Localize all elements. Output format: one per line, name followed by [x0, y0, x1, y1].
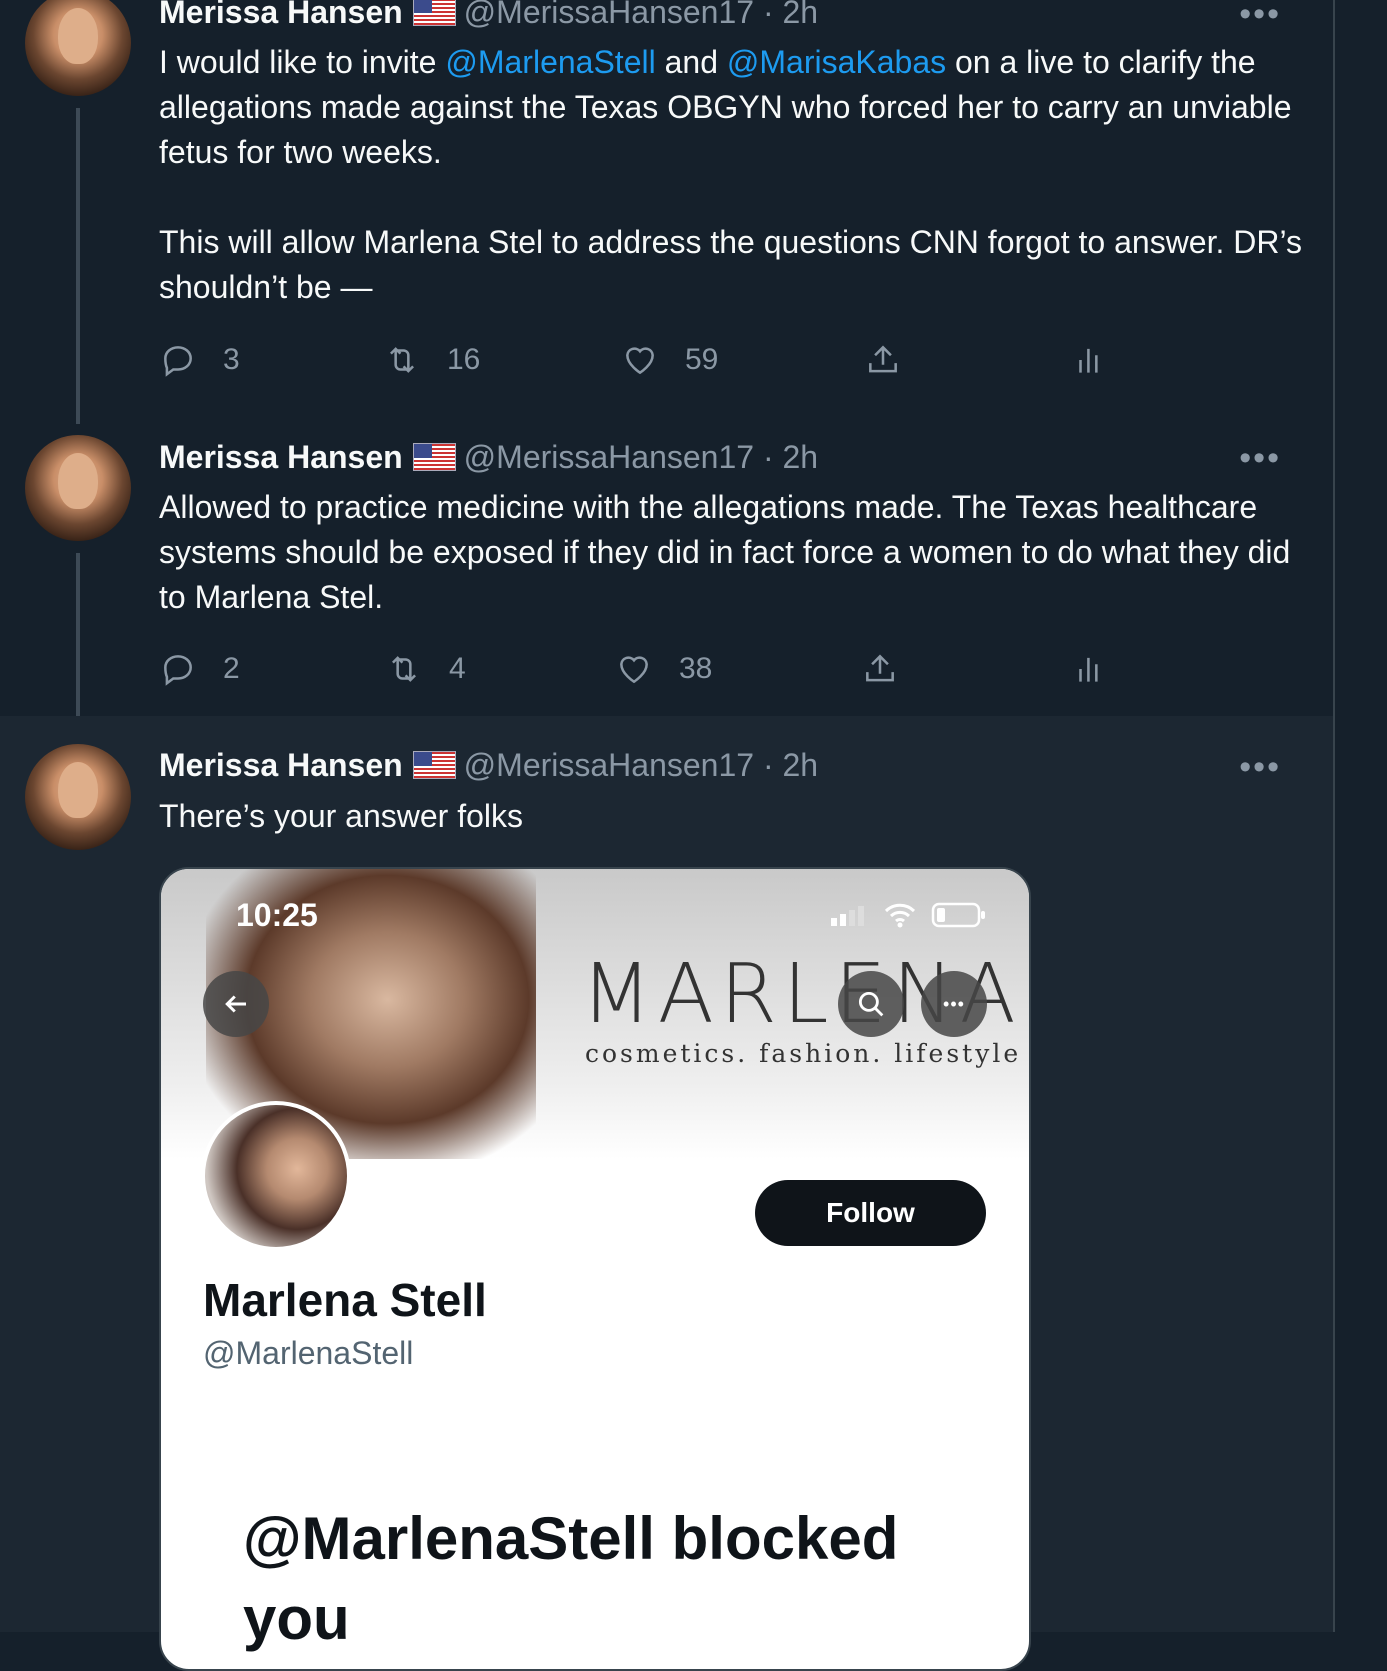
like-count: 38	[679, 652, 713, 685]
tweet-header: Merissa Hansen @MerissaHansen17 · 2h	[159, 439, 818, 476]
share-button[interactable]	[864, 341, 928, 379]
like-count: 59	[685, 343, 719, 376]
share-icon	[866, 654, 894, 682]
author-handle[interactable]: @MerissaHansen17	[464, 0, 754, 30]
tweet-actions: 3 16 59	[159, 341, 1119, 385]
status-bar-icons	[829, 901, 987, 929]
reply-icon	[164, 655, 192, 686]
retweet-icon	[392, 656, 416, 682]
tweet-text: Allowed to practice medicine with the al…	[159, 489, 1291, 615]
more-options-icon[interactable]: •••	[1239, 0, 1281, 31]
tweet-text: I would like to invite @MarlenaStell and…	[159, 40, 1309, 310]
thread-line	[76, 108, 80, 424]
tweet-time[interactable]: · 2h	[763, 747, 818, 783]
wifi-icon	[884, 903, 916, 928]
reply-button[interactable]: 2	[159, 650, 240, 688]
analytics-icon	[1079, 657, 1098, 682]
status-bar-time: 10:25	[236, 897, 318, 933]
mention-link[interactable]: @MarisaKabas	[727, 44, 946, 80]
like-button[interactable]: 59	[621, 341, 718, 379]
tweet-paragraph-2: This will allow Marlena Stel to address …	[159, 224, 1303, 305]
reply-count: 2	[223, 652, 240, 685]
blocked-message: @MarlenaStell blocked you	[243, 1505, 899, 1652]
tweet-header: Merissa Hansen @MerissaHansen17 · 2h	[159, 747, 818, 784]
tweet-text: There’s your answer folks	[159, 798, 523, 834]
more-options-icon[interactable]: •••	[1239, 750, 1281, 784]
author-name[interactable]: Merissa Hansen	[159, 747, 403, 783]
back-arrow-icon[interactable]	[203, 971, 269, 1037]
us-flag-icon	[412, 751, 456, 779]
us-flag-icon	[412, 0, 456, 26]
profile-handle: @MarlenaStell	[203, 1335, 414, 1371]
author-handle[interactable]: @MerissaHansen17	[464, 439, 754, 475]
retweet-icon	[390, 347, 414, 373]
media-image[interactable]: 10:25 MARLENA cosmetics. fashion. lifest…	[159, 867, 1031, 1671]
text-segment: I would like to invite	[159, 44, 446, 80]
tweet-2[interactable]: Merissa Hansen @MerissaHansen17 · 2h ••• …	[0, 428, 1333, 716]
tweet-time[interactable]: · 2h	[763, 0, 818, 30]
heart-icon	[626, 347, 654, 375]
heart-icon	[620, 656, 648, 684]
analytics-button[interactable]	[1071, 341, 1135, 379]
tweet-1[interactable]: Merissa Hansen @MerissaHansen17 · 2h ••• …	[0, 0, 1333, 428]
reply-button[interactable]: 3	[159, 341, 240, 379]
retweet-count: 16	[447, 343, 481, 376]
share-icon	[869, 345, 897, 373]
follow-button[interactable]: Follow	[755, 1180, 986, 1246]
tweet-paragraph-1: I would like to invite @MarlenaStell and…	[159, 40, 1309, 175]
profile-name: Marlena Stell	[203, 1274, 487, 1326]
avatar[interactable]	[25, 744, 131, 850]
us-flag-icon	[412, 443, 456, 471]
brand-tagline: cosmetics. fashion. lifestyle	[585, 1039, 1022, 1068]
avatar[interactable]	[25, 435, 131, 541]
author-name[interactable]: Merissa Hansen	[159, 0, 403, 30]
analytics-button[interactable]	[1071, 650, 1135, 688]
avatar[interactable]	[25, 0, 131, 96]
retweet-button[interactable]: 16	[383, 341, 480, 379]
text-segment: and	[655, 44, 727, 80]
reply-count: 3	[223, 343, 240, 376]
battery-icon	[931, 902, 985, 928]
more-options-icon[interactable]: •••	[1239, 441, 1281, 475]
thread-line	[76, 553, 80, 716]
like-button[interactable]: 38	[615, 650, 712, 688]
retweet-count: 4	[449, 652, 466, 685]
analytics-icon	[1079, 348, 1098, 373]
tweet-actions: 2 4 38	[159, 650, 1119, 694]
author-handle[interactable]: @MerissaHansen17	[464, 747, 754, 783]
mention-link[interactable]: @MarlenaStell	[445, 44, 655, 80]
more-options-icon[interactable]: •••	[921, 971, 987, 1037]
profile-avatar[interactable]	[201, 1101, 351, 1251]
signal-icon	[831, 906, 864, 926]
share-button[interactable]	[861, 650, 925, 688]
author-name[interactable]: Merissa Hansen	[159, 439, 403, 475]
reply-icon	[164, 346, 192, 377]
tweet-time[interactable]: · 2h	[763, 439, 818, 475]
tweet-header: Merissa Hansen @MerissaHansen17 · 2h	[159, 0, 818, 31]
column-divider	[1333, 0, 1335, 1632]
retweet-button[interactable]: 4	[385, 650, 466, 688]
search-icon[interactable]	[838, 971, 904, 1037]
